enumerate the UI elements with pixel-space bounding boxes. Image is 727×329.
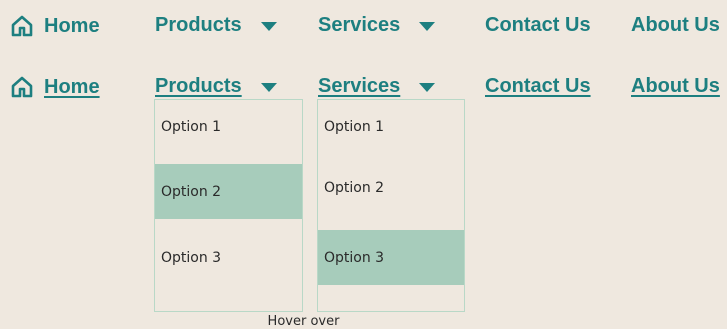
nav-contact-hover[interactable]: Contact Us bbox=[485, 75, 591, 98]
nav-home-hover[interactable]: Home bbox=[10, 75, 100, 99]
nav-about-label: About Us bbox=[631, 75, 720, 97]
nav-services-label: Services bbox=[318, 75, 401, 97]
option-label: Option 2 bbox=[161, 183, 222, 200]
caret-down-icon bbox=[260, 21, 277, 31]
caret-down-icon bbox=[419, 21, 436, 31]
nav-products-hover[interactable]: Products bbox=[155, 75, 278, 98]
caption-text: Hover over bbox=[267, 314, 340, 329]
nav-products[interactable]: Products bbox=[155, 14, 278, 37]
nav-about-hover[interactable]: About Us bbox=[631, 75, 720, 98]
nav-contact-label: Contact Us bbox=[485, 75, 591, 97]
nav-about[interactable]: About Us bbox=[631, 14, 720, 37]
nav-home[interactable]: Home bbox=[10, 14, 100, 38]
nav-home-label: Home bbox=[44, 75, 100, 98]
products-dropdown-menu: Option 1 Option 2 Option 3 bbox=[154, 99, 303, 312]
option-label: Option 2 bbox=[324, 179, 385, 196]
home-icon bbox=[11, 76, 33, 98]
nav-contact-label: Contact Us bbox=[485, 14, 591, 36]
nav-services[interactable]: Services bbox=[318, 14, 436, 37]
services-option-3[interactable]: Option 3 bbox=[318, 230, 464, 285]
products-option-2[interactable]: Option 2 bbox=[155, 164, 302, 219]
nav-services-hover[interactable]: Services bbox=[318, 75, 436, 98]
nav-home-label: Home bbox=[44, 14, 100, 37]
nav-contact[interactable]: Contact Us bbox=[485, 14, 591, 37]
caret-down-icon bbox=[260, 82, 277, 92]
nav-about-label: About Us bbox=[631, 14, 720, 36]
option-label: Option 1 bbox=[324, 119, 385, 135]
products-option-1[interactable]: Option 1 bbox=[155, 100, 302, 154]
nav-products-label: Products bbox=[155, 14, 242, 36]
option-label: Option 3 bbox=[324, 249, 385, 266]
nav-services-label: Services bbox=[318, 14, 401, 36]
services-option-2[interactable]: Option 2 bbox=[318, 160, 464, 215]
option-label: Option 3 bbox=[161, 249, 222, 266]
services-option-1[interactable]: Option 1 bbox=[318, 100, 464, 154]
home-icon bbox=[11, 15, 33, 37]
services-dropdown-menu: Option 1 Option 2 Option 3 bbox=[317, 99, 465, 312]
nav-products-label: Products bbox=[155, 75, 242, 97]
nav-bar-default: Home Products Services Contact Us About … bbox=[0, 4, 727, 48]
products-option-3[interactable]: Option 3 bbox=[155, 230, 302, 285]
option-label: Option 1 bbox=[161, 119, 222, 135]
caret-down-icon bbox=[419, 82, 436, 92]
